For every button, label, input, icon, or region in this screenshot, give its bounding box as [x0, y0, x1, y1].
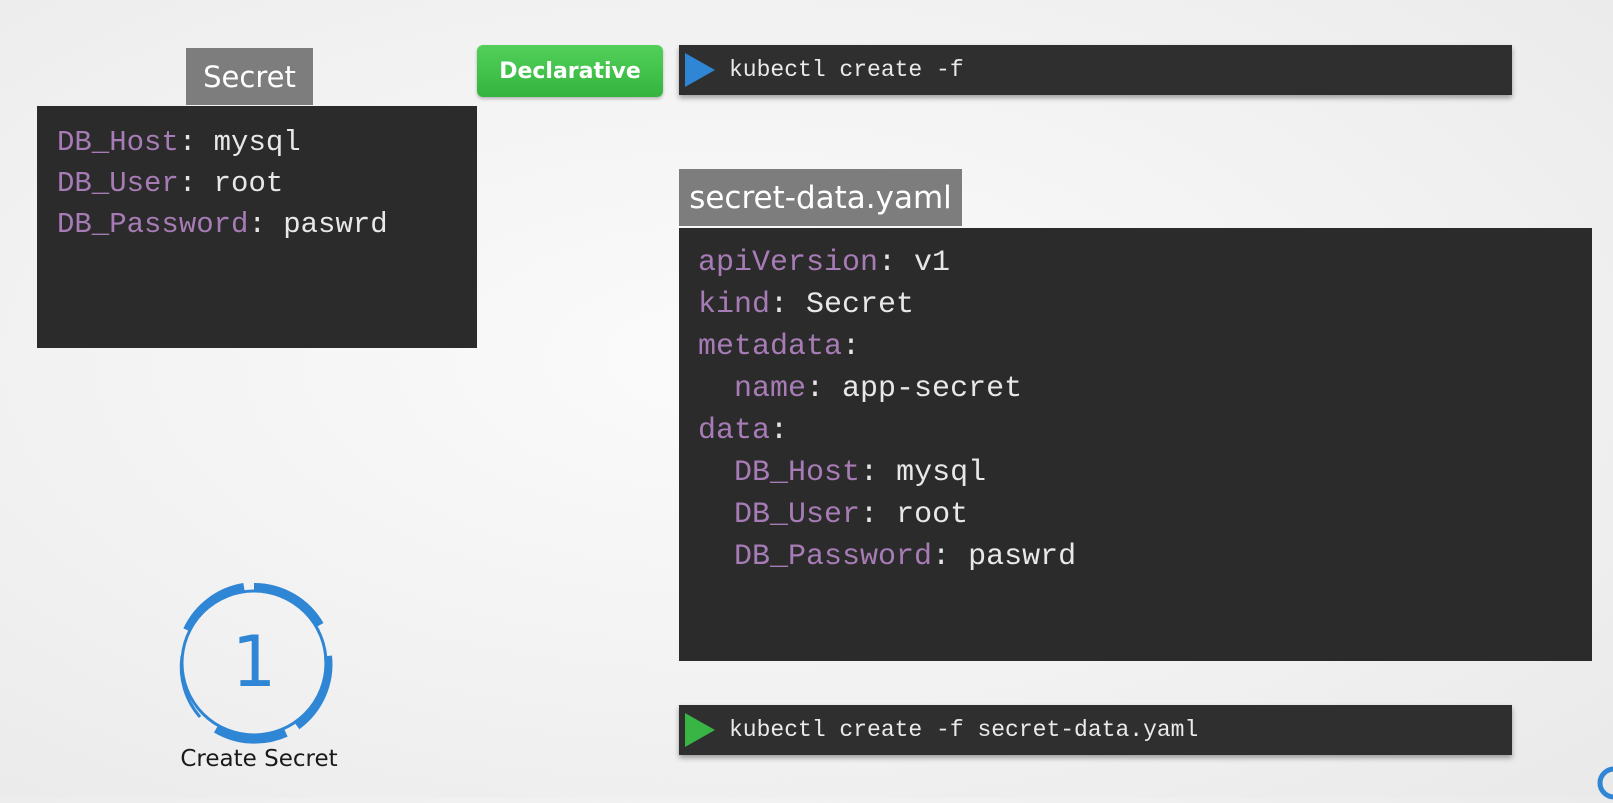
code-key: apiVersion	[698, 246, 879, 280]
secret-title: Secret	[186, 48, 313, 105]
code-line: DB_User: root	[698, 494, 1592, 536]
code-key: DB_Password	[57, 208, 249, 241]
code-separator: :	[878, 246, 915, 280]
code-value: v1	[914, 246, 951, 280]
code-key: DB_User	[57, 167, 179, 200]
code-value: mysql	[896, 456, 987, 490]
code-key: kind	[698, 288, 771, 322]
secret-code-panel: DB_Host: mysql DB_User: root DB_Password…	[37, 106, 477, 348]
yaml-filename: secret-data.yaml	[679, 169, 962, 226]
code-value: root	[213, 167, 284, 200]
code-value: root	[896, 498, 969, 532]
code-line: DB_User: root	[57, 163, 477, 204]
code-line: name: app-secret	[698, 368, 1592, 410]
step-progress-ring: 1	[179, 582, 333, 744]
code-separator: :	[770, 288, 807, 322]
code-key: name	[734, 372, 807, 406]
code-separator: :	[860, 498, 897, 532]
step-label: Create Secret	[180, 746, 338, 772]
code-value: paswrd	[283, 208, 388, 241]
code-line: apiVersion: v1	[698, 242, 1592, 284]
code-line: DB_Host: mysql	[57, 122, 477, 163]
play-triangle-green-icon	[685, 713, 715, 747]
code-key: DB_Host	[57, 126, 179, 159]
declarative-badge: Declarative	[477, 45, 663, 97]
code-value: app-secret	[842, 372, 1023, 406]
code-value: paswrd	[968, 540, 1077, 574]
code-line: DB_Password: paswrd	[698, 536, 1592, 578]
command-bar-bottom: kubectl create -f secret-data.yaml	[679, 705, 1512, 755]
code-line: kind: Secret	[698, 284, 1592, 326]
code-separator: :	[770, 414, 789, 448]
yaml-code-panel: apiVersion: v1 kind: Secret metadata: na…	[679, 228, 1592, 661]
command-text: kubectl create -f	[729, 57, 964, 83]
code-separator: :	[248, 208, 284, 241]
play-triangle-blue-icon	[685, 53, 715, 87]
command-text: kubectl create -f secret-data.yaml	[729, 717, 1199, 743]
code-separator: :	[178, 167, 214, 200]
code-separator: :	[178, 126, 214, 159]
code-separator: :	[860, 456, 897, 490]
code-key: DB_Host	[734, 456, 861, 490]
code-separator: :	[806, 372, 843, 406]
code-key: data	[698, 414, 771, 448]
step-number: 1	[232, 621, 277, 703]
code-key: DB_User	[734, 498, 861, 532]
code-value: Secret	[806, 288, 915, 322]
code-value: mysql	[213, 126, 301, 159]
code-line: metadata:	[698, 326, 1592, 368]
code-separator: :	[932, 540, 969, 574]
code-line: DB_Password: paswrd	[57, 204, 477, 245]
code-line: DB_Host: mysql	[698, 452, 1592, 494]
code-line: data:	[698, 410, 1592, 452]
brand-logo-icon	[1597, 766, 1613, 800]
code-key: DB_Password	[734, 540, 933, 574]
code-separator: :	[842, 330, 861, 364]
command-bar-top: kubectl create -f	[679, 45, 1512, 95]
code-key: metadata	[698, 330, 843, 364]
